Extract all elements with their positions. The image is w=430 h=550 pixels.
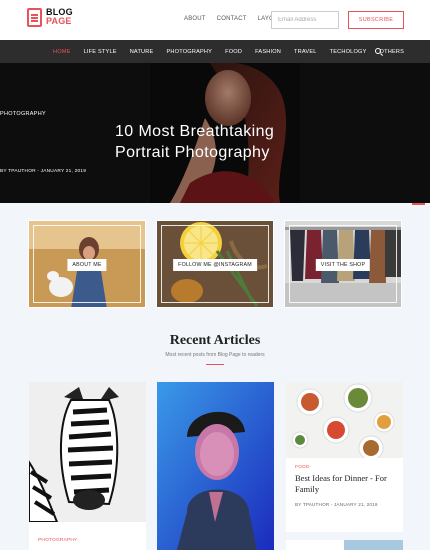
logo-line-2: PAGE [46,16,72,26]
top-nav: ABOUT CONTACT LAYOUT [184,16,282,22]
about-me-label[interactable]: ABOUT ME [67,259,107,271]
nav-item-nature[interactable]: NATURE [130,49,154,55]
nav-item-life-style[interactable]: LIFE STYLE [84,49,117,55]
email-field[interactable] [271,11,339,29]
article-card-zebra[interactable]: PHOTOGRAPHY [29,382,146,550]
top-bar: BLOG PAGE ABOUT CONTACT LAYOUT SUBSCRIBE [0,0,430,40]
shop-label[interactable]: VISIT THE SHOP [315,259,371,271]
next-card-image [344,540,403,550]
feature-instagram[interactable]: FOLLOW ME @INSTAGRAM [156,220,274,308]
nav-item-techology[interactable]: TECHOLOGY [330,49,367,55]
article-card-food[interactable]: FOOD Best Ideas for Dinner - For Family … [286,382,403,532]
article-card-portrait[interactable] [157,382,274,550]
card-body: PHOTOGRAPHY [29,522,139,550]
card-meta: BY TPAUTHOR - JANUARY 21, 2019 [295,502,378,507]
section-title: Recent Articles [169,333,261,348]
food-image [286,382,403,458]
subscribe-button[interactable]: SUBSCRIBE [348,11,404,29]
article-card-next[interactable] [286,540,403,550]
hero-title[interactable]: 10 Most Breathtaking Portrait Photograph… [115,121,315,163]
zebra-image [29,382,146,522]
hero-banner[interactable]: PHOTOGRAPHY 10 Most Breathtaking Portrai… [0,63,430,203]
feature-about-me[interactable]: ABOUT ME [28,220,146,308]
card-title[interactable]: Best Ideas for Dinner - For Family [295,473,395,495]
top-nav-about[interactable]: ABOUT [184,16,206,22]
logo[interactable]: BLOG PAGE [27,8,77,30]
accent-marker [412,203,425,205]
nav-item-fashion[interactable]: FASHION [255,49,281,55]
nav-item-home[interactable]: HOME [53,49,71,55]
main-nav: HOME LIFE STYLE NATURE PHOTOGRAPHY FOOD … [0,40,430,63]
card-body: FOOD Best Ideas for Dinner - For Family … [286,458,403,532]
nav-item-others[interactable]: OTHERS [380,49,405,55]
instagram-label[interactable]: FOLLOW ME @INSTAGRAM [173,259,257,271]
hero-meta: BY TPAUTHOR - JANUARY 21, 2019 [0,169,87,174]
logo-text: BLOG PAGE [46,8,73,26]
top-nav-contact[interactable]: CONTACT [217,16,247,22]
card-category[interactable]: PHOTOGRAPHY [38,538,77,543]
nav-item-food[interactable]: FOOD [225,49,242,55]
feature-shop[interactable]: VISIT THE SHOP [284,220,402,308]
portrait-image [157,382,274,550]
nav-item-photography[interactable]: PHOTOGRAPHY [166,49,212,55]
card-category[interactable]: FOOD [295,465,310,470]
section-divider [206,364,224,365]
nav-item-travel[interactable]: TRAVEL [294,49,317,55]
hero-category[interactable]: PHOTOGRAPHY [0,111,430,117]
search-icon[interactable] [375,48,381,54]
section-subtitle: Most recent posts from Blog Page to read… [165,352,265,358]
document-icon [27,8,42,27]
